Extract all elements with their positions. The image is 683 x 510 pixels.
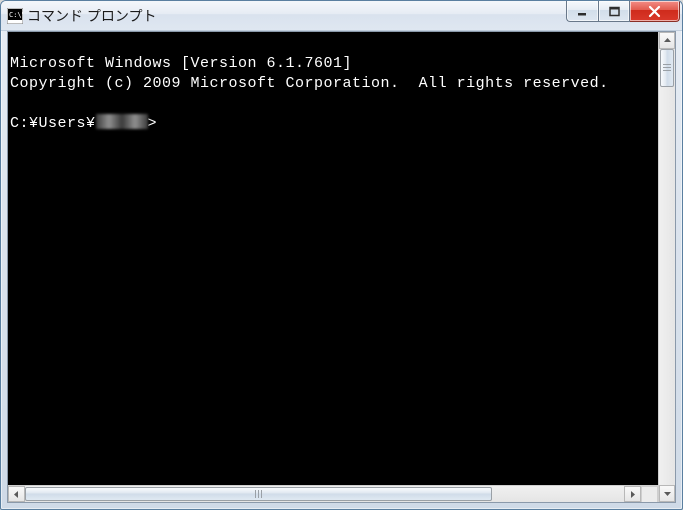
h-scroll-track[interactable]: [25, 486, 624, 502]
close-button[interactable]: [630, 1, 680, 22]
scroll-down-button[interactable]: [659, 485, 675, 502]
chevron-down-icon: [664, 490, 671, 497]
redacted-username: [96, 114, 148, 129]
prompt-path: C:¥Users¥: [10, 115, 96, 132]
scroll-up-button[interactable]: [659, 32, 675, 49]
close-icon: [648, 5, 661, 18]
minimize-button[interactable]: [566, 1, 598, 22]
titlebar[interactable]: C:\\ コマンド プロンプト: [1, 1, 682, 31]
chevron-up-icon: [664, 37, 671, 44]
minimize-icon: [577, 6, 588, 17]
scrollbar-corner: [641, 486, 658, 502]
maximize-icon: [609, 6, 620, 17]
console-line: Copyright (c) 2009 Microsoft Corporation…: [10, 75, 609, 92]
console-prompt: C:¥Users¥ >: [10, 115, 157, 132]
cmd-icon: C:\\: [7, 8, 23, 24]
maximize-button[interactable]: [598, 1, 630, 22]
chevron-right-icon: [629, 491, 636, 498]
scroll-left-button[interactable]: [8, 486, 25, 502]
chevron-left-icon: [13, 491, 20, 498]
client-area: Microsoft Windows [Version 6.1.7601] Cop…: [7, 31, 676, 503]
prompt-suffix: >: [148, 115, 158, 132]
vertical-scrollbar[interactable]: [658, 32, 675, 502]
svg-text:C:\\: C:\\: [9, 11, 23, 19]
scroll-right-button[interactable]: [624, 486, 641, 502]
v-scroll-track[interactable]: [659, 49, 675, 485]
console-output[interactable]: Microsoft Windows [Version 6.1.7601] Cop…: [8, 32, 658, 485]
grip-icon: [663, 64, 671, 72]
caption-buttons: [566, 1, 680, 22]
v-scroll-thumb[interactable]: [660, 49, 674, 87]
horizontal-scrollbar[interactable]: [8, 485, 658, 502]
console-line: Microsoft Windows [Version 6.1.7601]: [10, 55, 352, 72]
grip-icon: [255, 490, 263, 498]
window: C:\\ コマンド プロンプト: [0, 0, 683, 510]
h-scroll-thumb[interactable]: [25, 487, 492, 501]
window-title: コマンド プロンプト: [27, 6, 566, 26]
main-area: Microsoft Windows [Version 6.1.7601] Cop…: [8, 32, 658, 502]
